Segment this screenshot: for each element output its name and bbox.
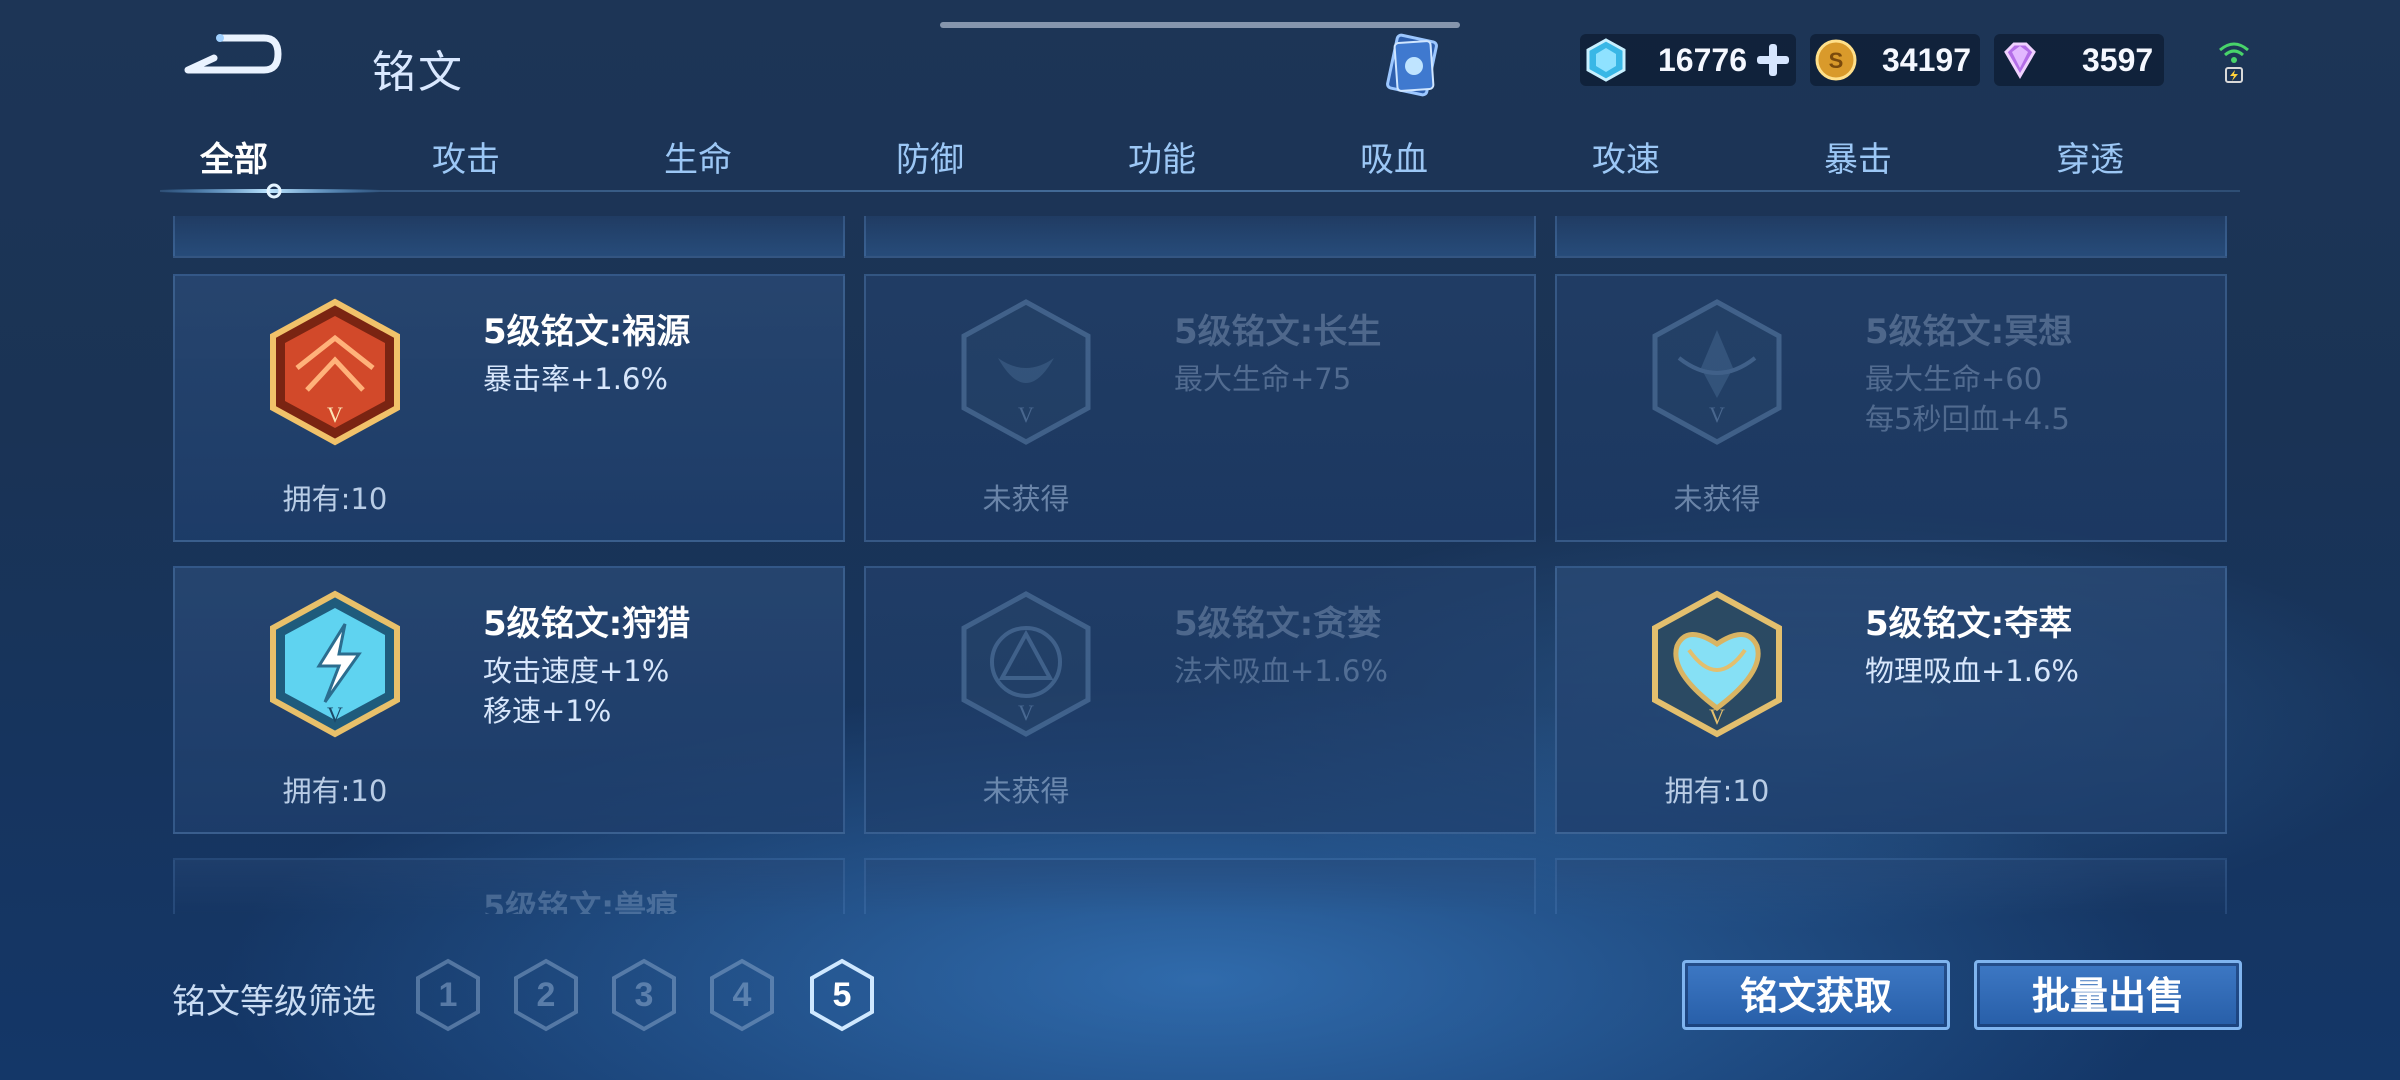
tab-lifesteal[interactable]: 吸血 xyxy=(1294,132,1494,181)
card-attr: 物理吸血+1.6% xyxy=(1865,654,2079,688)
owned-count: 未获得 xyxy=(1673,482,1761,516)
card-partial-bottom xyxy=(1555,858,2227,914)
svg-text:V: V xyxy=(1018,700,1034,725)
svg-text:V: V xyxy=(327,702,343,727)
card-attr: 每5秒回血+4.5 xyxy=(1865,402,2070,436)
level-number: 2 xyxy=(536,976,556,1014)
currency-diamond: 3597 xyxy=(1994,34,2164,86)
inscription-pack-icon[interactable] xyxy=(1382,30,1448,100)
level-number: 4 xyxy=(732,976,752,1014)
tab-function[interactable]: 功能 xyxy=(1062,132,1262,181)
category-tabs: 全部 攻击 生命 防御 功能 吸血 攻速 暴击 穿透 xyxy=(160,120,2240,199)
card-attr: 最大生命+60 xyxy=(1865,362,2043,396)
level-number: 5 xyxy=(832,976,852,1014)
level-filter-5[interactable]: 5 xyxy=(808,958,876,1032)
svg-text:V: V xyxy=(327,402,343,427)
inscription-card-huoyuan[interactable]: V 5级铭文:祸源 暴击率+1.6% 拥有:10 xyxy=(173,274,845,542)
inscription-emblem-red-icon: V xyxy=(270,298,400,446)
card-name: 5级铭文:贪婪 xyxy=(1174,604,1382,644)
currency-crystal: 16776 xyxy=(1580,34,1796,86)
owned-count: 拥有:10 xyxy=(282,482,388,516)
purple-diamond-icon xyxy=(2004,42,2036,79)
card-attr: 移速+1% xyxy=(483,694,612,728)
level-filter-3[interactable]: 3 xyxy=(610,958,678,1032)
level-number: 3 xyxy=(634,976,654,1014)
card-name: 5级铭文:狩猎 xyxy=(483,604,691,644)
owned-count: 拥有:10 xyxy=(1664,774,1770,808)
owned-count: 未获得 xyxy=(982,774,1070,808)
tab-penetration[interactable]: 穿透 xyxy=(1990,132,2190,181)
svg-text:V: V xyxy=(1018,402,1034,427)
back-button[interactable] xyxy=(180,32,284,82)
inscription-card-mingxiang[interactable]: V 5级铭文:冥想 最大生命+60 每5秒回血+4.5 未获得 xyxy=(1555,274,2227,542)
card-name: 5级铭文:长生 xyxy=(1174,312,1382,352)
level-filter-1[interactable]: 1 xyxy=(414,958,482,1032)
level-filter-4[interactable]: 4 xyxy=(708,958,776,1032)
inscription-emblem-heart-icon: V xyxy=(1652,590,1782,738)
top-handle-bar xyxy=(940,22,1460,28)
svg-text:V: V xyxy=(1709,402,1725,427)
svg-text:V: V xyxy=(1709,704,1725,729)
card-name: 5级铭文:夺萃 xyxy=(1865,604,2073,644)
add-currency-button[interactable] xyxy=(1753,40,1793,80)
back-arrow-icon xyxy=(184,34,282,74)
inscription-emblem-lightning-icon: V xyxy=(270,590,400,738)
owned-count: 拥有:10 xyxy=(282,774,388,808)
diamond-count: 3597 xyxy=(2082,41,2154,78)
active-tab-indicator xyxy=(160,183,380,199)
inscription-card-tanlan[interactable]: V 5级铭文:贪婪 法术吸血+1.6% 未获得 xyxy=(864,566,1536,834)
inscription-card-changsheng[interactable]: V 5级铭文:长生 最大生命+75 未获得 xyxy=(864,274,1536,542)
inscription-acquire-button[interactable]: 铭文获取 xyxy=(1682,960,1950,1030)
card-attr: 最大生命+75 xyxy=(1174,362,1352,396)
svg-text:S: S xyxy=(1829,48,1844,73)
card-attr: 法术吸血+1.6% xyxy=(1174,654,1388,688)
inscription-emblem-locked-icon: V xyxy=(961,591,1091,737)
card-name: 5级铭文:兽痕 xyxy=(483,888,679,914)
card-partial-top xyxy=(864,216,1536,258)
tab-health[interactable]: 生命 xyxy=(598,132,798,181)
gold-count: 34197 xyxy=(1882,41,1971,78)
card-partial-top xyxy=(1555,216,2227,258)
inscription-emblem-locked-icon: V xyxy=(1652,299,1782,445)
level-filter-label: 铭文等级筛选 xyxy=(172,982,376,1022)
gold-coin-icon: S xyxy=(1815,39,1857,81)
card-partial-bottom: 5级铭文:兽痕 xyxy=(173,858,845,914)
level-filter-2[interactable]: 2 xyxy=(512,958,580,1032)
tab-attack[interactable]: 攻击 xyxy=(366,132,566,181)
owned-count: 未获得 xyxy=(982,482,1070,516)
card-attr: 攻击速度+1% xyxy=(483,654,670,688)
tab-all[interactable]: 全部 xyxy=(134,132,334,181)
wifi-battery-icon xyxy=(2214,36,2254,86)
blue-crystal-icon xyxy=(1586,38,1626,82)
card-partial-bottom xyxy=(864,858,1536,914)
page-title: 铭文 xyxy=(372,47,464,98)
level-number: 1 xyxy=(438,976,458,1014)
card-partial-top xyxy=(173,216,845,258)
currency-gold: S 34197 xyxy=(1810,34,1980,86)
inscription-emblem-locked-icon: V xyxy=(961,299,1091,445)
inscription-card-shoulie[interactable]: V 5级铭文:狩猎 攻击速度+1% 移速+1% 拥有:10 xyxy=(173,566,845,834)
card-name: 5级铭文:冥想 xyxy=(1865,312,2073,352)
tab-attack-speed[interactable]: 攻速 xyxy=(1526,132,1726,181)
card-name: 5级铭文:祸源 xyxy=(483,312,691,352)
inscription-card-duocui[interactable]: V 5级铭文:夺萃 物理吸血+1.6% 拥有:10 xyxy=(1555,566,2227,834)
card-attr: 暴击率+1.6% xyxy=(483,362,668,396)
tab-critical[interactable]: 暴击 xyxy=(1758,132,1958,181)
crystal-count: 16776 xyxy=(1658,41,1747,78)
tab-defense[interactable]: 防御 xyxy=(830,132,1030,181)
bulk-sell-button[interactable]: 批量出售 xyxy=(1974,960,2242,1030)
tabs-divider xyxy=(160,190,2240,192)
